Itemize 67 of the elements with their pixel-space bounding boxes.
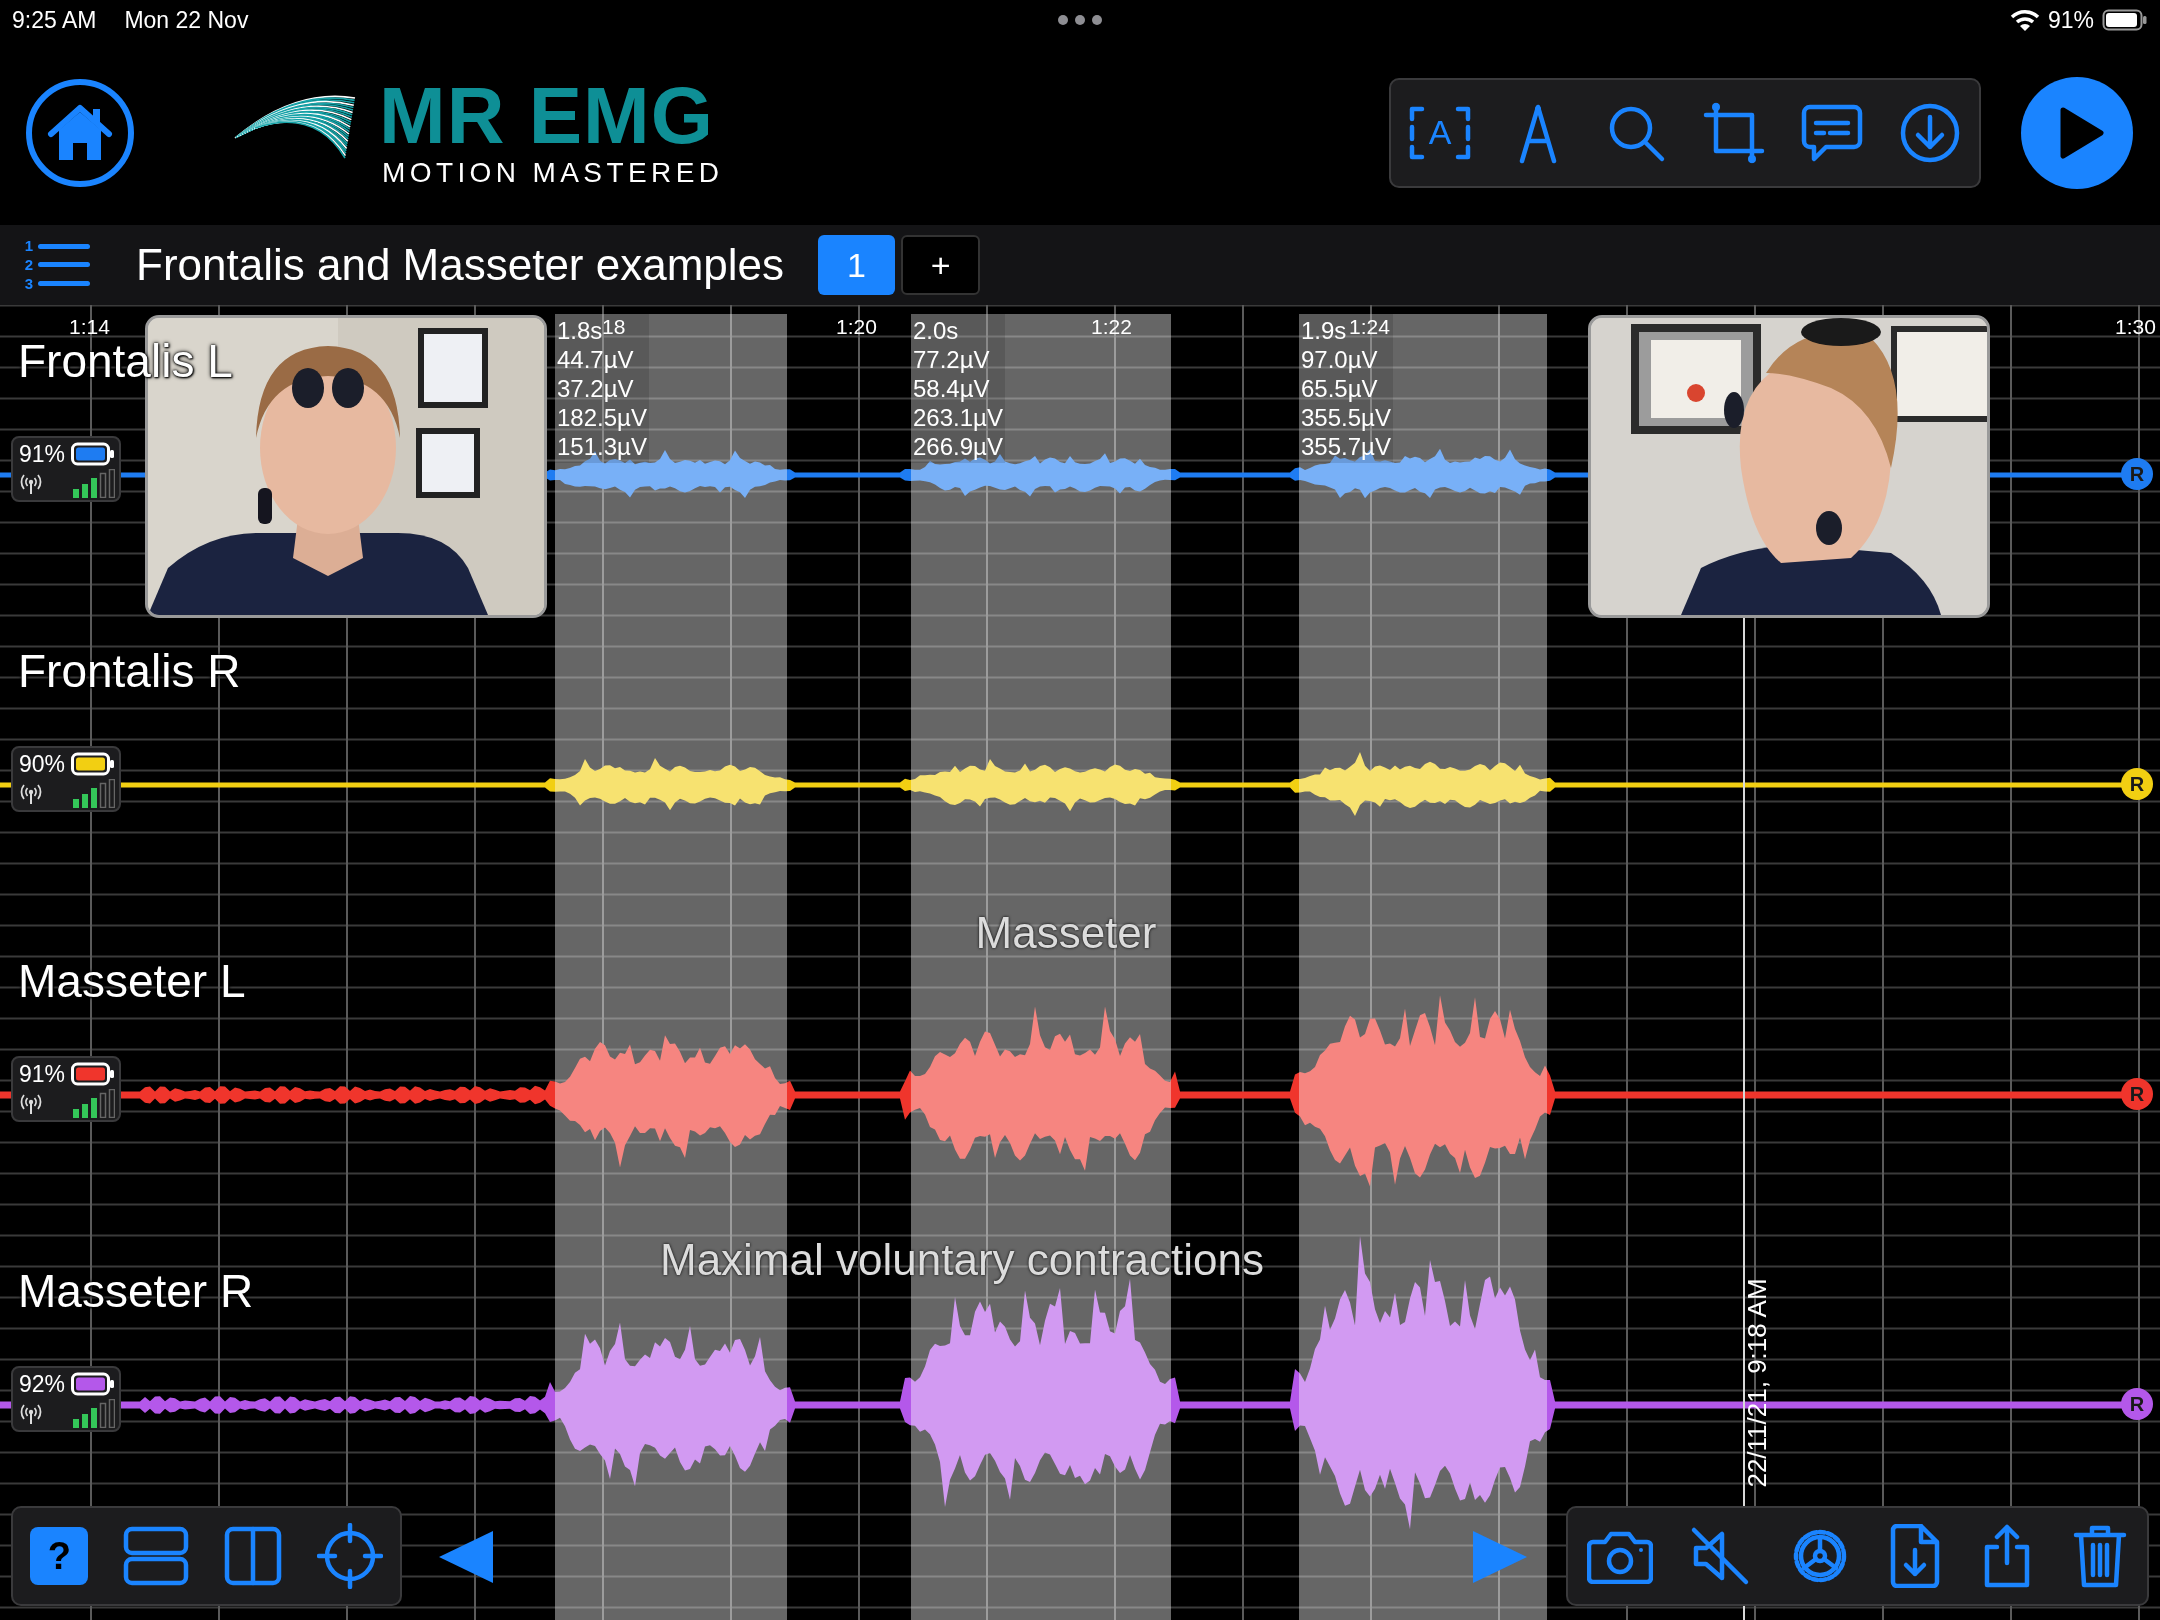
annotation-label: Masseter	[975, 908, 1157, 958]
status-time: 9:25 AM	[12, 6, 97, 34]
battery-icon	[71, 1371, 115, 1396]
status-date: Mon 22 Nov	[124, 6, 249, 34]
time-tick-label: 1:22	[1091, 316, 1132, 338]
page-tab[interactable]: 1	[818, 235, 896, 295]
time-tick-label: 1:30	[2115, 316, 2156, 338]
timestamp-label: 22/11/21, 9:18 AM	[1741, 1278, 1773, 1488]
time-tick-label: 1:24	[1349, 316, 1390, 338]
muted-speaker-icon[interactable]	[1690, 1526, 1751, 1586]
channel-name: Masseter L	[18, 959, 246, 1003]
home-button[interactable]	[25, 77, 135, 188]
rows-layout-icon[interactable]	[123, 1526, 190, 1586]
selection-duration: 1.9s	[1301, 316, 1347, 345]
channel-name: Masseter R	[18, 1269, 254, 1313]
logo-tagline: MOTION MASTERED	[382, 155, 724, 190]
more-icon[interactable]	[1057, 14, 1103, 26]
sensor-marker[interactable]: R	[2121, 458, 2153, 490]
trash-icon[interactable]	[2072, 1523, 2129, 1589]
amplitude-reading: 266.9µV	[913, 432, 1003, 461]
session-title: Frontalis and Masseter examples	[136, 240, 785, 290]
battery-percent: 91%	[2047, 6, 2094, 34]
signal-bars-icon	[73, 778, 115, 808]
add-page-button[interactable]: +	[901, 235, 981, 295]
amplitude-reading: 58.4µV	[913, 374, 990, 403]
sensor-battery-percent: 91%	[19, 440, 66, 467]
channel-name: Frontalis R	[18, 649, 241, 693]
amplitude-reading: 355.7µV	[1301, 432, 1391, 461]
sensor-battery-percent: 92%	[19, 1370, 66, 1397]
sensor-marker[interactable]: R	[2121, 768, 2153, 800]
selection-duration: 1.8s	[557, 316, 603, 345]
signal-bars-icon	[73, 468, 115, 498]
crop-icon[interactable]	[1702, 100, 1766, 165]
help-button[interactable]: ?	[30, 1527, 89, 1585]
previous-arrow-icon[interactable]	[437, 1529, 495, 1585]
amplitude-reading: 263.1µV	[913, 403, 1003, 432]
amplitude-reading: 97.0µV	[1301, 345, 1378, 374]
amplitude-reading: 44.7µV	[557, 345, 634, 374]
battery-icon	[71, 751, 115, 776]
selection-region[interactable]	[1299, 314, 1547, 1620]
logo-title: MR EMG	[379, 75, 715, 156]
time-tick-label: 1:20	[836, 316, 877, 338]
sensor-battery-percent: 90%	[19, 750, 66, 777]
amplitude-reading: 65.5µV	[1301, 374, 1378, 403]
signal-bars-icon	[73, 1088, 115, 1118]
play-button[interactable]	[2021, 76, 2133, 189]
sensor-battery-percent: 91%	[19, 1060, 66, 1087]
amplitude-reading: 151.3µV	[557, 432, 647, 461]
text-tool-button[interactable]: A	[1408, 100, 1472, 165]
sensor-marker[interactable]: R	[2121, 1388, 2153, 1420]
signal-bars-icon	[73, 1398, 115, 1428]
battery-icon	[71, 1061, 115, 1086]
crosshair-icon[interactable]	[316, 1523, 383, 1589]
time-tick-label: 18	[602, 316, 626, 338]
amplitude-reading: 355.5µV	[1301, 403, 1391, 432]
amplitude-reading: 77.2µV	[913, 345, 990, 374]
amplitude-reading: 182.5µV	[557, 403, 647, 432]
numbered-list-button[interactable]: 1 2 3	[20, 237, 90, 293]
document-download-icon[interactable]	[1889, 1524, 1942, 1588]
battery-icon	[2102, 9, 2148, 31]
sensor-marker[interactable]: R	[2121, 1078, 2153, 1110]
amplitude-reading: 37.2µV	[557, 374, 634, 403]
selection-duration: 2.0s	[913, 316, 959, 345]
time-tick-label: 1:14	[69, 316, 110, 338]
battery-icon	[71, 441, 115, 466]
wifi-icon	[2009, 8, 2040, 32]
columns-layout-icon[interactable]	[223, 1526, 282, 1586]
